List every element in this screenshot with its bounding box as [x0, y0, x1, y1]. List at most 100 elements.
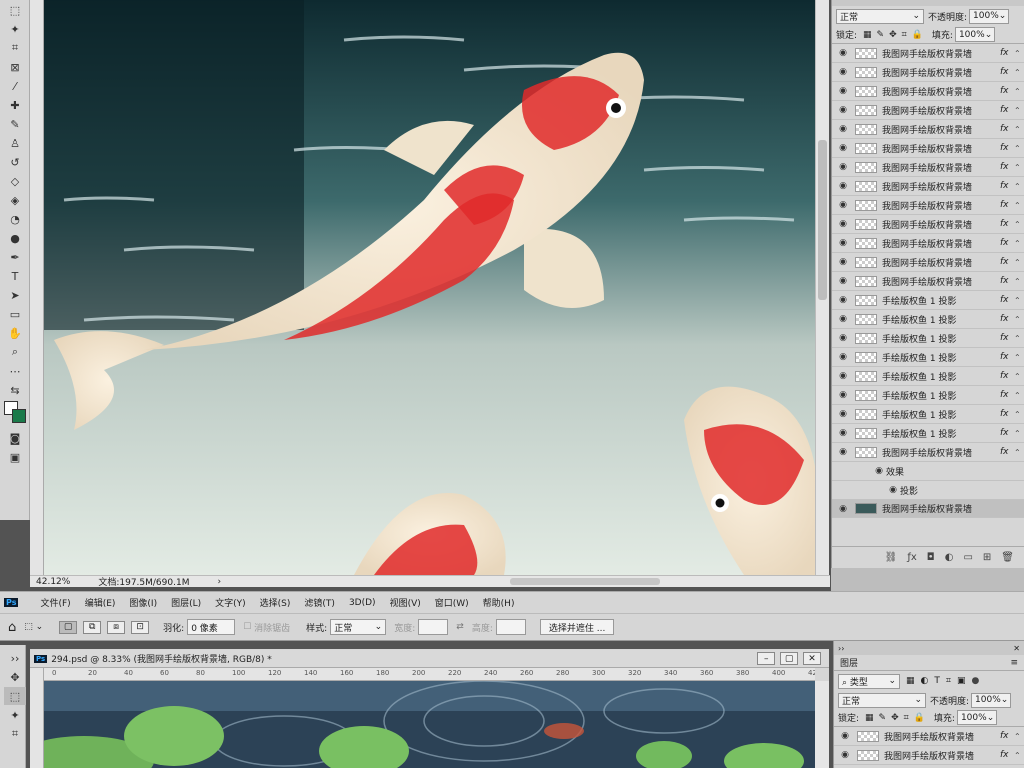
layer-row[interactable]: ◉ 我图网手绘版权背景墙 fx ⌃ — [832, 272, 1024, 291]
layer-row[interactable]: ◉ 我图网手绘版权背景墙 fx ⌃ — [832, 215, 1024, 234]
panel-collapse-icon[interactable]: ›› — [838, 644, 844, 653]
layer-filter-select[interactable]: ⌕ 类型 ⌄ — [838, 673, 900, 689]
lock-icons[interactable]: ▦✎✥⌗🔒 — [865, 713, 930, 723]
marquee-tool-icon[interactable]: ⬚ — [4, 1, 26, 19]
fill-input[interactable]: 100% ⌄ — [956, 710, 997, 725]
document-canvas[interactable] — [44, 0, 815, 575]
status-menu-arrow[interactable]: › — [217, 577, 221, 587]
layer-fx-badge[interactable]: fx — [1000, 276, 1014, 286]
layer-fx-badge[interactable]: fx — [1000, 219, 1014, 229]
swap-dimensions-icon[interactable]: ⇄ — [456, 622, 464, 632]
eye-icon[interactable]: ◉ — [836, 295, 850, 305]
paint-bucket-icon[interactable]: ◈ — [4, 191, 26, 209]
eye-icon[interactable]: ◉ — [836, 48, 850, 58]
menu-3d[interactable]: 3D(D) — [349, 598, 376, 608]
layer-fx-badge[interactable]: fx — [1000, 295, 1014, 305]
selected-layer-row[interactable]: ◉ 我图网手绘版权背景墙 — [832, 500, 1024, 518]
type-filter-icon[interactable]: T — [934, 676, 940, 686]
chevron-down-icon[interactable]: ⌃ — [1014, 277, 1024, 286]
chevron-down-icon[interactable]: ⌃ — [1014, 448, 1024, 457]
horizontal-scrollbar-thumb[interactable] — [510, 578, 660, 585]
layer-row[interactable]: ◉ 我图网手绘版权背景墙 fx ⌃ — [832, 63, 1024, 82]
color-swatches[interactable] — [4, 401, 26, 427]
blur-tool-icon[interactable]: ◔ — [4, 210, 26, 228]
layer-fx-badge[interactable]: fx — [1000, 181, 1014, 191]
move-tool-icon[interactable]: ✥ — [4, 668, 26, 686]
lock-icons[interactable]: ▦✎✥⌗🔒 — [863, 30, 928, 40]
layer-row[interactable]: ◉ 手绘版权鱼 1 投影 fx ⌃ — [832, 405, 1024, 424]
scrollbar-thumb[interactable] — [818, 140, 827, 300]
layer-fx-badge[interactable]: fx — [1000, 86, 1014, 96]
eye-icon[interactable]: ◉ — [836, 105, 850, 115]
document-tab[interactable]: Ps 294.psd @ 8.33% (我图网手绘版权背景墙, RGB/8) *… — [30, 650, 829, 668]
fill-input[interactable]: 100% ⌄ — [954, 27, 995, 42]
layer-row[interactable]: ◉ 手绘版权鱼 1 投影 fx ⌃ — [832, 291, 1024, 310]
eye-icon[interactable]: ◉ — [836, 428, 850, 438]
eye-icon[interactable]: ◉ — [836, 314, 850, 324]
layer-row[interactable]: ◉ 手绘版权鱼 1 投影 fx ⌃ — [832, 329, 1024, 348]
layers-tab[interactable]: 图层 ≡ — [834, 655, 1024, 671]
chevron-down-icon[interactable]: ⌃ — [1014, 68, 1024, 77]
layer-fx-badge[interactable]: fx — [1000, 352, 1014, 362]
menu-filter[interactable]: 滤镜(T) — [304, 596, 335, 609]
eye-icon[interactable]: ◉ — [836, 504, 850, 514]
layer-row[interactable]: ◉ 我图网手绘版权背景墙 fx ⌃ — [832, 120, 1024, 139]
layer-row[interactable]: ◉ 手绘版权鱼 1 投影 fx ⌃ — [832, 386, 1024, 405]
layer-row[interactable]: ◉ 手绘版权鱼 1 投影 fx ⌃ — [832, 348, 1024, 367]
path-select-icon[interactable]: ➤ — [4, 286, 26, 304]
layer-row[interactable]: ◉ 我图网手绘版权背景墙 fx ⌃ — [832, 44, 1024, 63]
eye-icon[interactable]: ◉ — [836, 276, 850, 286]
layer-row[interactable]: ◉ 我图网手绘版权背景墙 fx ⌃ — [832, 196, 1024, 215]
layer-fx-badge[interactable]: fx — [1000, 238, 1014, 248]
zoom-level[interactable]: 42.12% — [36, 577, 70, 587]
eye-icon[interactable]: ◉ — [836, 390, 850, 400]
healing-brush-icon[interactable]: ✚ — [4, 96, 26, 114]
layer-row[interactable]: ◉ 我图网手绘版权背景墙 fx ⌃ — [834, 727, 1024, 746]
blend-mode-select[interactable]: 正常 ⌄ — [836, 8, 924, 24]
menu-type[interactable]: 文字(Y) — [215, 596, 246, 609]
layer-row[interactable]: ◉ 我图网手绘版权背景墙 fx ⌃ — [832, 139, 1024, 158]
layer-row[interactable]: ◉ 我图网手绘版权背景墙 fx ⌃ — [832, 253, 1024, 272]
layer-row[interactable]: ◉ 我图网手绘版权背景墙 fx ⌃ — [832, 158, 1024, 177]
eraser-icon[interactable]: ◇ — [4, 172, 26, 190]
feather-input[interactable]: 0 像素 — [187, 619, 236, 635]
document-canvas[interactable] — [44, 681, 815, 768]
chevron-down-icon[interactable]: ⌃ — [1014, 429, 1024, 438]
close-icon[interactable]: ✕ — [1013, 644, 1020, 653]
smart-object-filter-icon[interactable]: ▣ — [957, 676, 966, 686]
layer-fx-badge[interactable]: fx — [1000, 428, 1014, 438]
chevron-down-icon[interactable]: ⌃ — [1014, 258, 1024, 267]
background-color-swatch[interactable] — [12, 409, 26, 423]
layer-fx-badge[interactable]: fx — [1000, 409, 1014, 419]
intersect-selection-icon[interactable]: ⊡ — [131, 620, 150, 634]
eye-icon[interactable]: ◉ — [836, 162, 850, 172]
chevron-down-icon[interactable]: ⌃ — [1014, 182, 1024, 191]
layer-fx-badge[interactable]: fx — [1000, 143, 1014, 153]
chevron-down-icon[interactable]: ⌃ — [1014, 106, 1024, 115]
hand-tool-icon[interactable]: ✋ — [4, 324, 26, 342]
adjustment-layer-icon[interactable]: ◐ — [945, 552, 954, 563]
quick-mask-icon[interactable]: ◙ — [4, 429, 26, 447]
eye-icon[interactable]: ◉ — [872, 466, 886, 476]
chevron-down-icon[interactable]: ⌃ — [1014, 372, 1024, 381]
eye-icon[interactable]: ◉ — [836, 67, 850, 77]
chevron-down-icon[interactable]: ⌃ — [1014, 144, 1024, 153]
link-layers-icon[interactable]: ⛓ — [885, 552, 898, 563]
zoom-tool-icon[interactable]: ⌕ — [4, 343, 26, 361]
layer-row[interactable]: ◉ 手绘版权鱼 1 投影 fx ⌃ — [832, 367, 1024, 386]
layer-fx-badge[interactable]: fx — [1000, 67, 1014, 77]
shape-filter-icon[interactable]: ⌗ — [946, 676, 951, 686]
layer-fx-badge[interactable]: fx — [1000, 731, 1014, 741]
eye-icon[interactable]: ◉ — [838, 750, 852, 760]
type-tool-icon[interactable]: T — [4, 267, 26, 285]
layer-fx-badge[interactable]: fx — [1000, 371, 1014, 381]
width-input[interactable] — [418, 619, 449, 635]
layer-fx-badge[interactable]: fx — [1000, 200, 1014, 210]
layer-row[interactable]: ◉ 我图网手绘版权背景墙 fx ⌃ — [832, 82, 1024, 101]
eye-icon[interactable]: ◉ — [836, 86, 850, 96]
layer-row[interactable]: ◉ 我图网手绘版权背景墙 fx ⌃ — [832, 443, 1024, 462]
menu-file[interactable]: 文件(F) — [40, 596, 70, 609]
chevron-down-icon[interactable]: ⌃ — [1014, 334, 1024, 343]
add-selection-icon[interactable]: ⧉ — [83, 620, 102, 634]
maximize-icon[interactable]: ▢ — [780, 652, 799, 665]
